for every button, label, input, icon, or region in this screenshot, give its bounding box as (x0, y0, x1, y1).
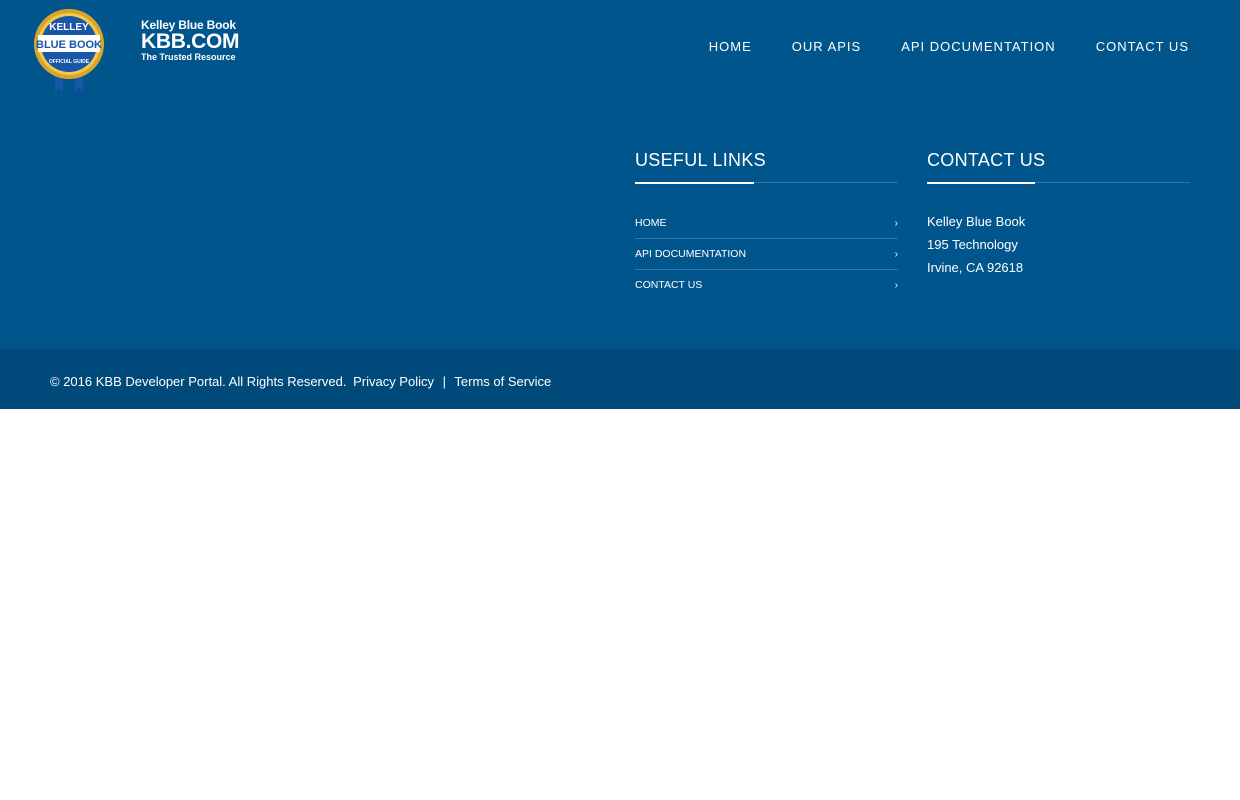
contact-company: Kelley Blue Book (927, 214, 1026, 229)
kbb-badge-icon: BLUE BOOK KELLEY OFFICIAL GUIDE (34, 9, 104, 92)
chevron-right-icon: › (894, 249, 898, 260)
nav-contact-us[interactable]: CONTACT US (1096, 38, 1189, 56)
logo-tagline: The Trusted Resource (141, 52, 236, 62)
chevron-right-icon: › (894, 218, 898, 229)
nav-home[interactable]: HOME (709, 38, 752, 56)
footer-bar: © 2016 KBB Developer Portal. All Rights … (0, 349, 1240, 409)
useful-link-label: CONTACT US (635, 279, 703, 291)
chevron-right-icon: › (894, 280, 898, 291)
nav-api-documentation[interactable]: API DOCUMENTATION (901, 38, 1055, 56)
kbb-logo[interactable]: BLUE BOOK KELLEY OFFICIAL GUIDE Kelley B… (33, 0, 240, 94)
badge-mid-text: BLUE BOOK (36, 39, 102, 51)
contact-city: Irvine, CA 92618 (927, 260, 1024, 275)
site-header-area: BLUE BOOK KELLEY OFFICIAL GUIDE Kelley B… (0, 0, 1240, 349)
copyright-text: © 2016 KBB Developer Portal. All Rights … (50, 374, 347, 389)
logo-wordmark: Kelley Blue Book KBB.COM The Trusted Res… (141, 19, 240, 63)
contact-us-accent (927, 182, 1035, 184)
main-nav: HOME OUR APIS API DOCUMENTATION CONTACT … (669, 38, 1189, 56)
badge-bottom-text: OFFICIAL GUIDE (49, 59, 90, 65)
contact-address: Kelley Blue Book 195 Technology Irvine, … (927, 210, 1025, 279)
terms-of-service-link[interactable]: Terms of Service (454, 374, 551, 389)
useful-links-list: HOME › API DOCUMENTATION › CONTACT US › (635, 208, 898, 300)
useful-link-contact-us[interactable]: CONTACT US › (635, 270, 898, 300)
contact-street: 195 Technology (927, 237, 1018, 252)
footer-line: © 2016 KBB Developer Portal. All Rights … (50, 374, 551, 389)
badge-top-text: KELLEY (49, 22, 89, 33)
privacy-policy-link[interactable]: Privacy Policy (353, 374, 434, 389)
useful-link-home[interactable]: HOME › (635, 208, 898, 239)
useful-links-accent (635, 182, 754, 184)
footer-separator: | (442, 374, 447, 389)
contact-us-title: CONTACT US (927, 150, 1046, 170)
useful-link-label: HOME (635, 217, 667, 229)
useful-links-title: USEFUL LINKS (635, 150, 766, 170)
nav-our-apis[interactable]: OUR APIS (792, 38, 861, 56)
useful-link-label: API DOCUMENTATION (635, 248, 747, 260)
useful-link-api-documentation[interactable]: API DOCUMENTATION › (635, 239, 898, 270)
logo-domain: KBB.COM (141, 30, 240, 53)
